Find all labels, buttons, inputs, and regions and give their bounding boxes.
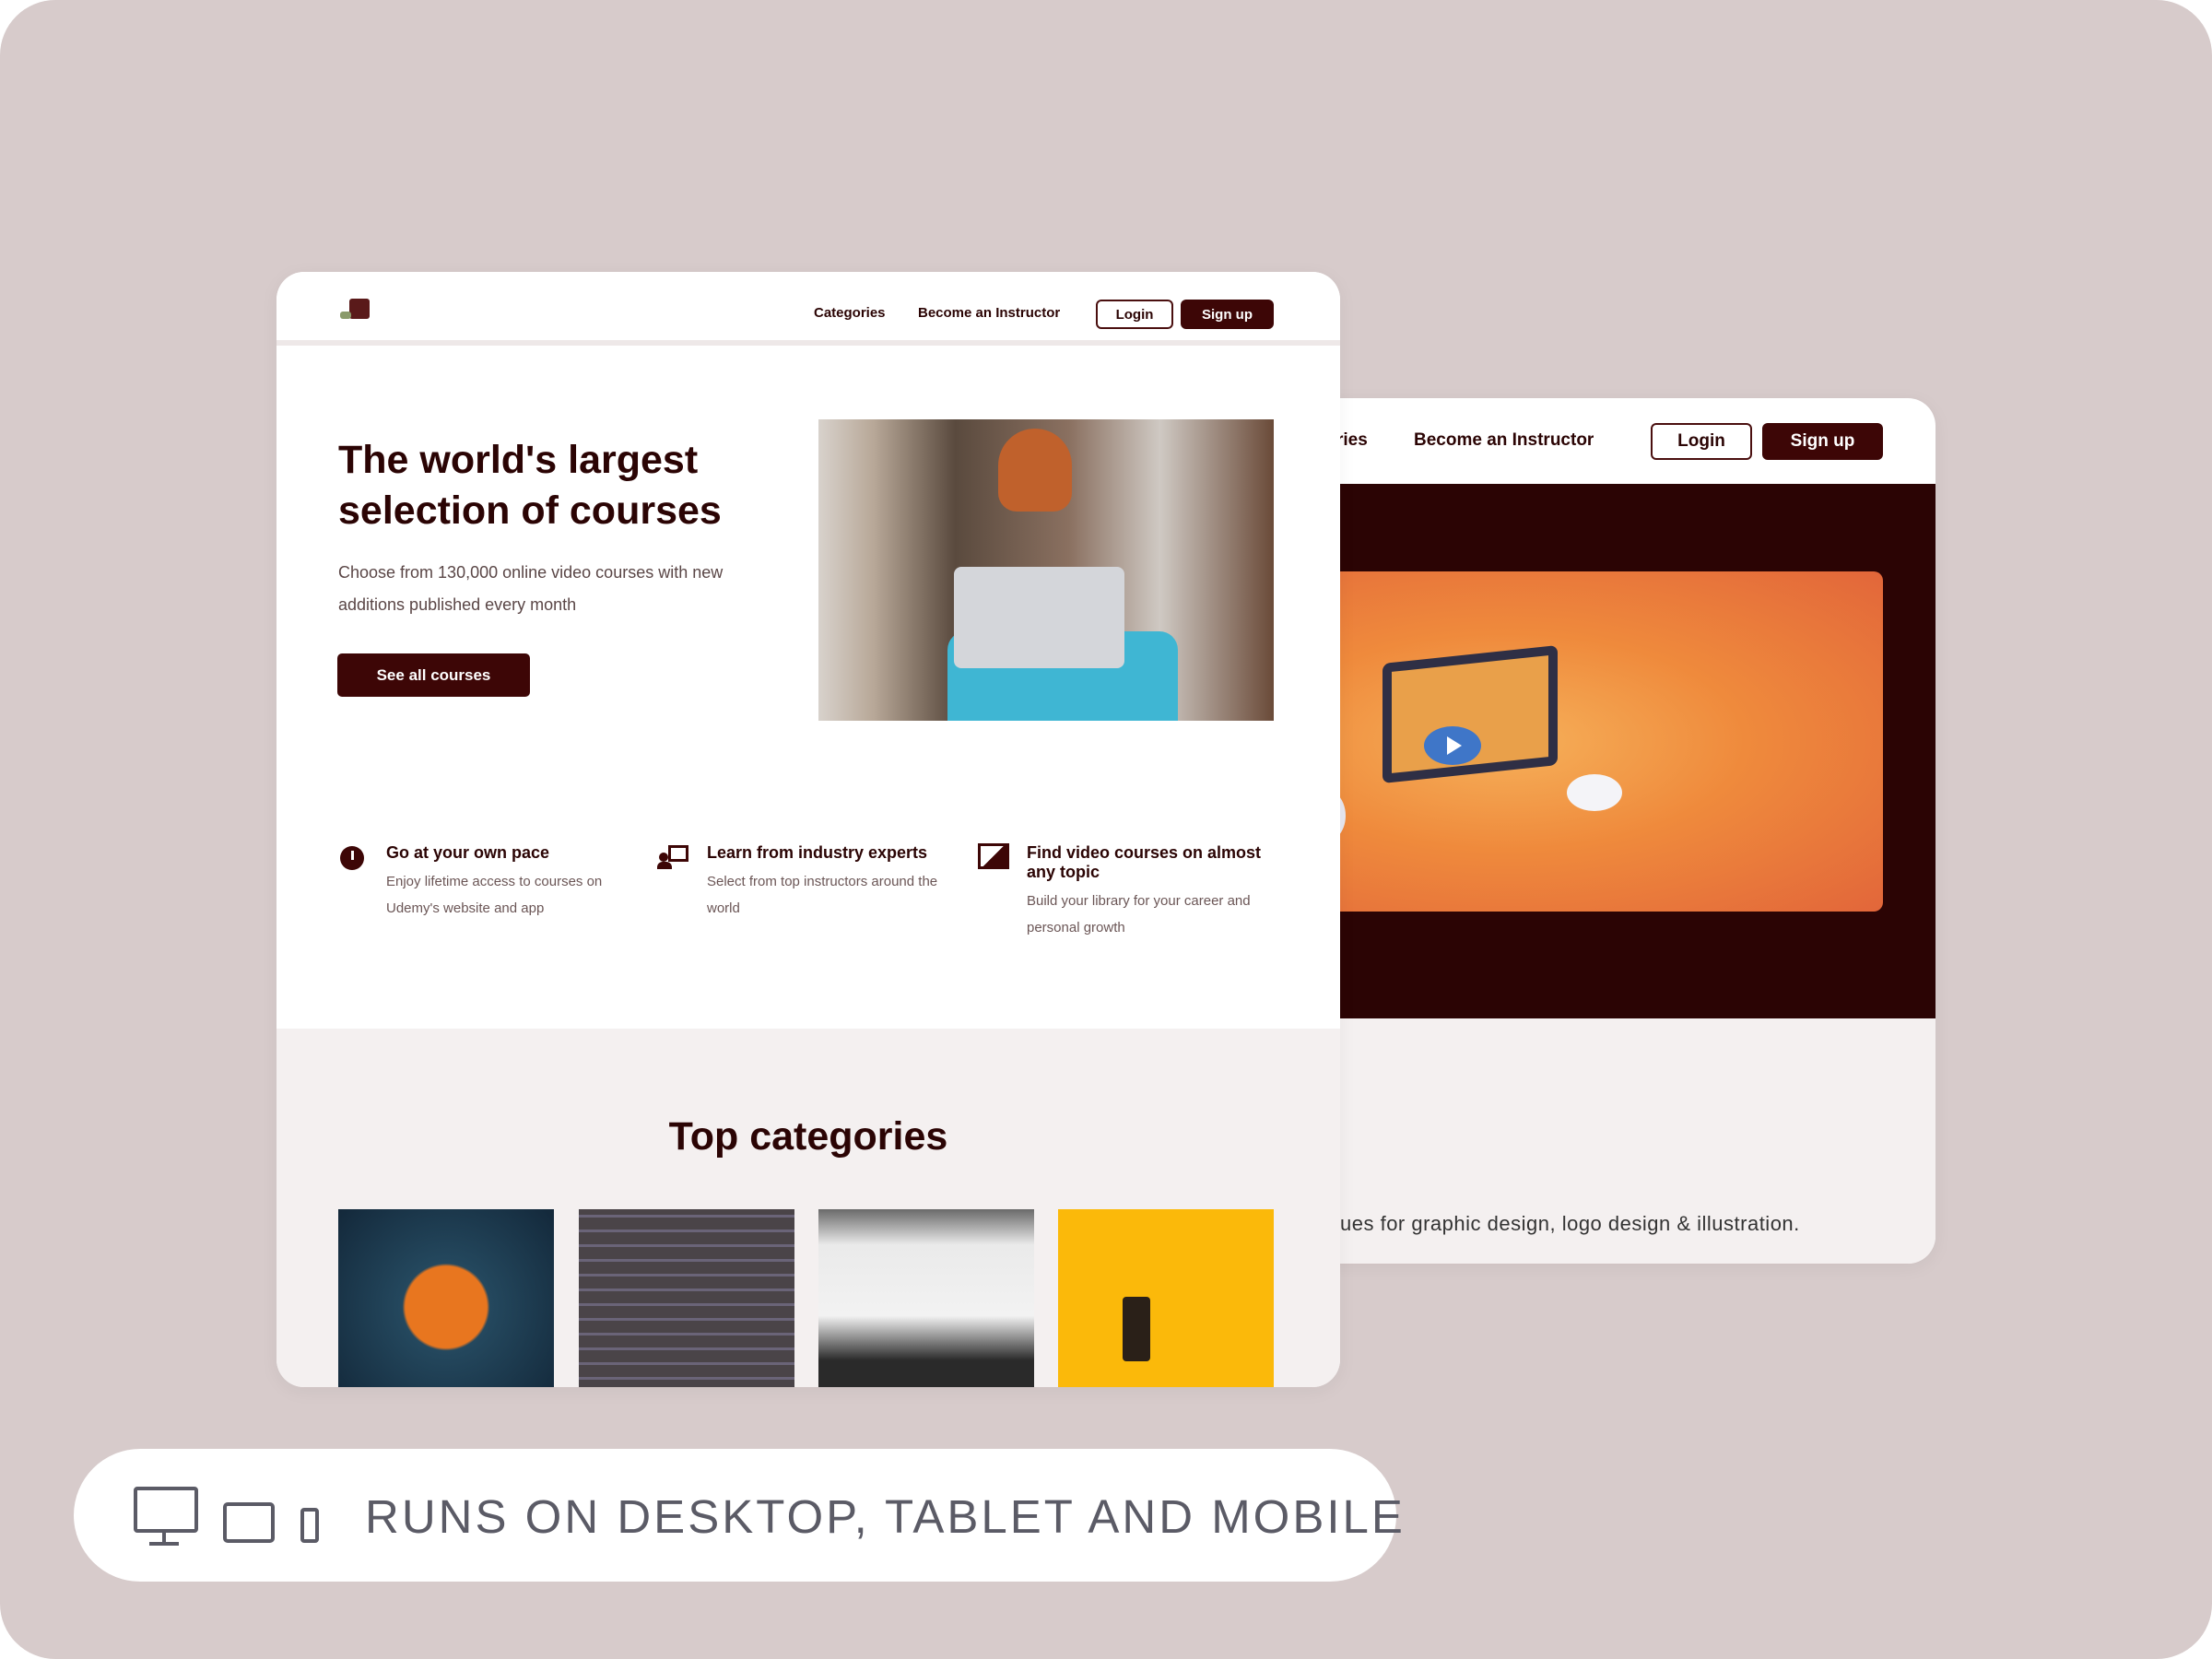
hero-title-line: The world's largest [338, 438, 699, 482]
section-title: Top categories [668, 1114, 948, 1159]
desktop-icon [134, 1487, 198, 1533]
video-library-icon [978, 843, 1009, 869]
nav-instructor-link[interactable]: Become an Instructor [1414, 430, 1594, 451]
feature-title: Go at your own pace [386, 843, 550, 862]
hero-title-line: selection of courses [338, 488, 722, 533]
feature-desc: Select from top instructors around the w… [707, 874, 938, 916]
category-tile-data-analytics[interactable] [818, 1209, 1034, 1387]
signup-button[interactable]: Sign up [1762, 423, 1883, 460]
nav-categories-link[interactable]: Categories [814, 305, 886, 321]
feature-title: Find video courses on almost any topic [1027, 843, 1262, 881]
hero-image [818, 419, 1274, 721]
feature-title: Learn from industry experts [707, 843, 928, 862]
nav-instructor-link[interactable]: Become an Instructor [918, 305, 1060, 321]
feature-item: Go at your own pace Enjoy lifetime acces… [340, 843, 635, 922]
laptop-illustration [954, 567, 1124, 668]
feature-desc: Enjoy lifetime access to courses on Udem… [386, 874, 603, 916]
navbar: Categories Become an Instructor Login Si… [276, 272, 1340, 346]
mouse-illustration [1567, 774, 1622, 811]
course-description: ues for graphic design, logo design & il… [1340, 1212, 1800, 1235]
showcase-canvas: ries Become an Instructor Login Sign up … [0, 0, 2212, 1659]
mobile-icon [300, 1508, 319, 1543]
login-button[interactable]: Login [1096, 300, 1173, 329]
category-tile-design[interactable] [338, 1209, 554, 1387]
platforms-banner: RUNS ON DESKTOP, TABLET AND MOBILE [74, 1449, 1403, 1582]
feature-item: Find video courses on almost any topic B… [978, 843, 1274, 941]
category-tile-development[interactable] [579, 1209, 794, 1387]
tablet-icon [223, 1502, 275, 1543]
feature-desc: Build your library for your career and p… [1027, 893, 1251, 935]
instructor-icon [657, 845, 688, 869]
feature-item: Learn from industry experts Select from … [657, 843, 971, 922]
category-tile-photography[interactable] [1058, 1209, 1274, 1387]
play-icon[interactable] [1424, 726, 1481, 765]
hero-title: The world's largest selection of courses [338, 435, 722, 536]
signup-button[interactable]: Sign up [1181, 300, 1274, 329]
banner-text: RUNS ON DESKTOP, TABLET AND MOBILE [365, 1490, 1406, 1543]
clock-icon [340, 846, 364, 870]
features-row: Go at your own pace Enjoy lifetime acces… [340, 843, 1274, 972]
login-button[interactable]: Login [1651, 423, 1752, 460]
nav-categories-link[interactable]: ries [1336, 430, 1368, 451]
see-all-courses-button[interactable]: See all courses [337, 653, 530, 697]
hero-subtitle: Choose from 130,000 online video courses… [338, 563, 724, 614]
laptop-illustration [1382, 645, 1558, 783]
desktop-preview: Categories Become an Instructor Login Si… [276, 272, 1340, 1387]
logo[interactable] [340, 295, 373, 323]
